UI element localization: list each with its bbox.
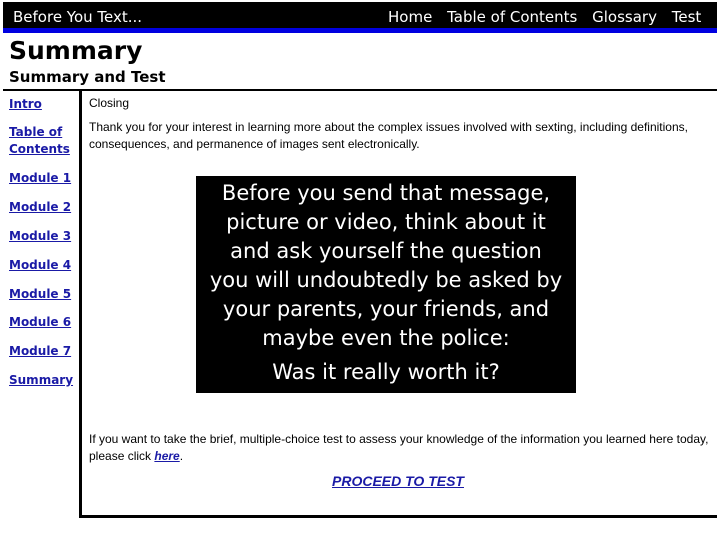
sidebar-item-intro[interactable]: Intro [9,96,42,113]
test-instructions-period: . [179,449,184,463]
quote-line: and ask yourself the question [230,239,542,263]
sidebar-item-label: Summary [9,373,74,387]
sidebar-item-module-4[interactable]: Module 4 [9,257,71,274]
intro-text: Thank you for your interest in learning … [89,120,688,151]
sidebar-item-table-of-contents[interactable]: Table of Contents [9,124,70,158]
sidebar-item-module-6[interactable]: Module 6 [9,314,71,331]
quote-line: maybe even the police: [262,326,510,350]
sidebar-item-label: Contents [9,142,70,156]
quote-line: your parents, your friends, and [222,297,550,321]
divider-top [3,89,717,91]
sidebar-item-module-5[interactable]: Module 5 [9,286,71,303]
divider-sidebar [79,89,82,517]
nav-home[interactable]: Home [388,8,432,26]
quote-line: picture or video, think about it [226,210,546,234]
nav-test[interactable]: Test [672,8,702,26]
proceed-to-test-link[interactable]: PROCEED TO TEST [332,473,464,489]
sidebar-item-label: Module 6 [9,315,72,329]
sidebar-item-label: Module 2 [9,200,72,214]
header-accent-line-left [3,29,210,33]
sidebar-item-label: Module 4 [9,258,72,272]
sidebar-item-label: Module 7 [9,344,72,358]
section-label: Closing [89,96,130,110]
site-title: Before You Text... [13,8,143,26]
here-link[interactable]: here [154,449,179,463]
sidebar-item-label: Module 1 [9,171,72,185]
sidebar-item-module-1[interactable]: Module 1 [9,170,71,187]
quote-box: Before you send that message, picture or… [196,176,576,393]
divider-bottom [79,515,717,518]
nav-table-of-contents[interactable]: Table of Contents [447,8,577,26]
page-subtitle: Summary and Test [9,68,166,86]
sidebar-item-label: Intro [9,97,42,111]
quote-question: Was it really worth it? [272,360,500,384]
sidebar-item-module-2[interactable]: Module 2 [9,199,71,216]
nav-glossary[interactable]: Glossary [592,8,657,26]
sidebar-item-label: Module 5 [9,287,72,301]
sidebar-item-label: Module 3 [9,229,72,243]
sidebar-item-module-7[interactable]: Module 7 [9,343,71,360]
quote-line: you will undoubtedly be asked by [209,268,563,292]
quote-line: Before you send that message, [221,181,551,205]
top-nav: Home Table of Contents Glossary Test [388,8,711,26]
sidebar-item-summary[interactable]: Summary [9,372,73,389]
page-title: Summary [9,36,143,65]
sidebar-item-module-3[interactable]: Module 3 [9,228,71,245]
sidebar-item-label: Table of [9,125,63,139]
header-bar: Before You Text... Home Table of Content… [3,2,717,28]
test-instructions: If you want to take the brief, multiple-… [89,431,709,465]
